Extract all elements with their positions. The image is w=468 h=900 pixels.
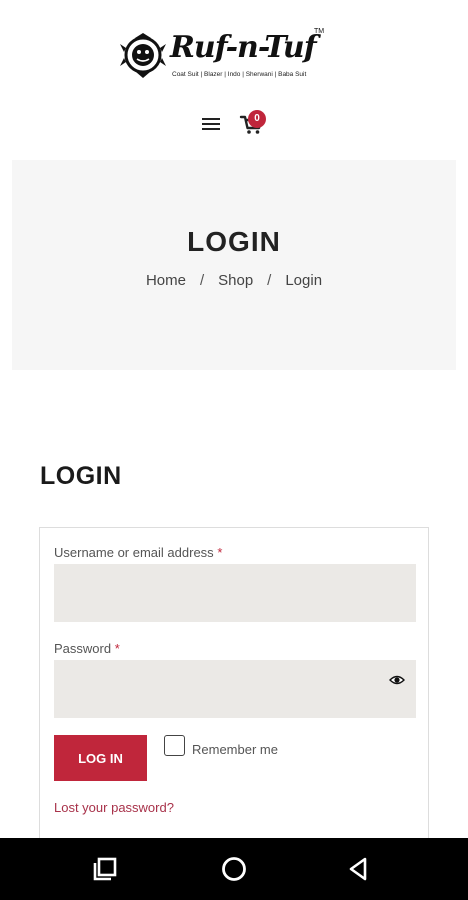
username-input[interactable]: [54, 564, 416, 622]
logo-trademark: TM: [314, 28, 325, 35]
hamburger-menu-icon[interactable]: [200, 115, 222, 133]
logo-tagline: Coat Suit | Blazer | Indo | Sherwani | B…: [172, 71, 307, 78]
breadcrumb-separator: /: [267, 272, 272, 289]
required-marker: *: [217, 545, 223, 560]
logo-emblem-icon: [120, 33, 166, 78]
back-triangle-icon[interactable]: [344, 854, 374, 884]
breadcrumb-current: Login: [285, 272, 323, 289]
logo-wordmark: Ruf-n-Tuf: [170, 30, 317, 65]
remember-me-label[interactable]: Remember me: [192, 742, 278, 757]
site-logo[interactable]: Ruf-n-Tuf TM Coat Suit | Blazer | Indo |…: [118, 28, 328, 86]
show-password-eye-icon[interactable]: [389, 674, 405, 686]
password-input[interactable]: [54, 660, 416, 718]
lost-password-link[interactable]: Lost your password?: [54, 800, 174, 815]
password-label-text: Password: [54, 641, 112, 656]
page-banner: LOGIN Home / Shop / Login: [12, 160, 456, 370]
site-header: Ruf-n-Tuf TM Coat Suit | Blazer | Indo |…: [0, 0, 468, 160]
recents-square-icon[interactable]: [90, 854, 120, 884]
home-circle-icon[interactable]: [219, 854, 249, 884]
breadcrumb-shop[interactable]: Shop: [218, 272, 253, 289]
breadcrumb-separator: /: [199, 272, 205, 289]
login-button[interactable]: LOG IN: [54, 735, 147, 781]
username-label: Username or email address *: [54, 545, 222, 560]
login-form: Username or email address * Password * L…: [39, 527, 429, 857]
remember-me-checkbox[interactable]: [164, 735, 185, 756]
system-navigation-bar: [0, 838, 468, 900]
breadcrumb-home[interactable]: Home: [146, 272, 186, 289]
banner-title: LOGIN: [187, 226, 281, 257]
breadcrumb: Home / Shop / Login: [12, 272, 456, 289]
username-label-text: Username or email address: [54, 545, 214, 560]
login-section-title: LOGIN: [40, 462, 122, 490]
password-label: Password *: [54, 641, 120, 656]
required-marker: *: [114, 641, 120, 656]
cart-count-badge[interactable]: 0: [248, 110, 266, 128]
